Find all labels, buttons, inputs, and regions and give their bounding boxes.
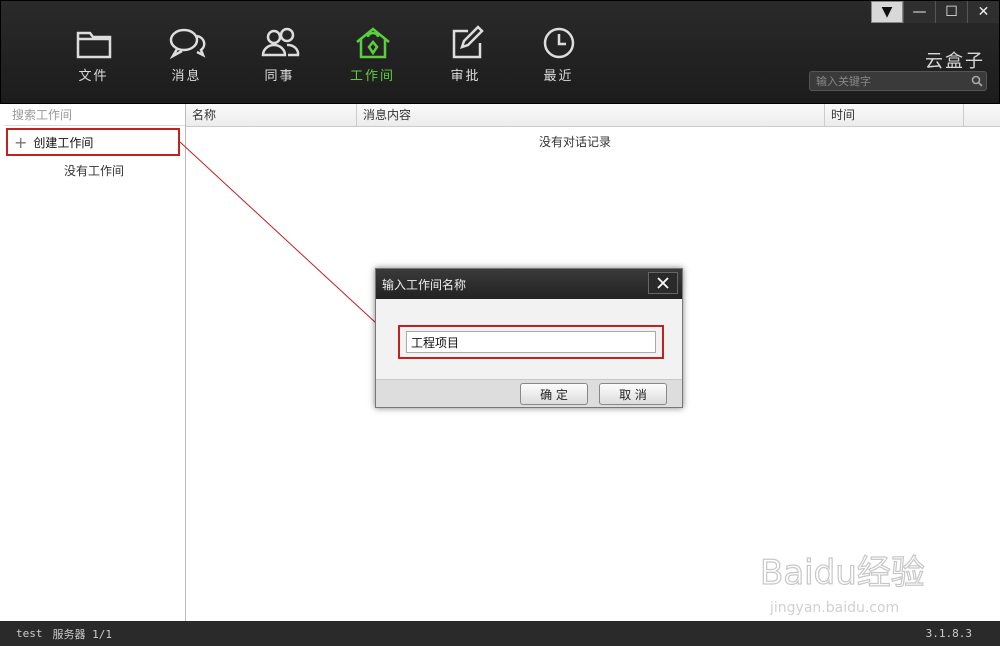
folder-icon	[76, 31, 111, 59]
input-highlight	[398, 325, 664, 359]
plus-icon: +	[14, 132, 28, 152]
column-header-time[interactable]: 时间	[825, 104, 964, 127]
nav-item-label: 最近	[543, 69, 574, 84]
workspace-sidebar: 搜索工作间 + 创建工作间 没有工作间	[4, 104, 186, 621]
nav-item-colleagues[interactable]: 同事	[233, 25, 326, 89]
dialog-titlebar: 输入工作间名称	[376, 269, 682, 299]
nav-item-approval[interactable]: 审批	[419, 25, 512, 89]
column-header-name[interactable]: 名称	[186, 104, 357, 127]
cancel-button[interactable]: 取 消	[599, 383, 667, 405]
nav-item-label: 审批	[450, 69, 481, 84]
empty-table-text: 没有对话记录	[538, 135, 611, 149]
close-icon	[657, 277, 669, 289]
nav-item-label: 消息	[171, 69, 202, 84]
edit-approval-icon	[452, 25, 484, 59]
clock-icon	[543, 27, 574, 59]
create-workspace-label: 创建工作间	[33, 135, 94, 150]
nav-item-label: 同事	[264, 69, 295, 84]
dialog-footer: 确 定 取 消	[376, 379, 682, 407]
nav-item-recent[interactable]: 最近	[512, 25, 605, 89]
search-box[interactable]	[809, 71, 987, 91]
status-bar: test 服务器 1/1 3.1.8.3	[0, 621, 1000, 646]
workspace-name-input[interactable]	[406, 331, 656, 353]
workspace-search-field[interactable]: 搜索工作间	[4, 104, 185, 126]
chat-icon	[169, 28, 205, 60]
nav-item-messages[interactable]: 消息	[140, 25, 233, 89]
top-bar: ▼ — ☐ ✕ 文件 消息 同事 工作间 审批 最近 云盒子 输入关键字	[0, 0, 1000, 104]
status-version: 3.1.8.3	[925, 627, 972, 640]
maximize-button[interactable]: ☐	[935, 1, 967, 23]
nav-item-workspace[interactable]: 工作间	[326, 25, 419, 89]
empty-workspace-text: 没有工作间	[64, 164, 125, 178]
search-icon[interactable]	[968, 72, 986, 90]
dialog-title: 输入工作间名称	[382, 277, 467, 292]
menu-dropdown-button[interactable]: ▼	[871, 1, 903, 23]
create-workspace-button[interactable]: + 创建工作间	[6, 128, 180, 156]
main-nav: 文件 消息 同事 工作间 审批 最近	[47, 25, 605, 89]
nav-item-files[interactable]: 文件	[47, 25, 140, 89]
table-header: 名称 消息内容 时间	[186, 104, 1000, 127]
close-window-button[interactable]: ✕	[967, 1, 999, 23]
workspace-house-icon	[355, 27, 390, 59]
ok-button[interactable]: 确 定	[520, 383, 588, 405]
status-server: 服务器 1/1	[52, 627, 113, 641]
minimize-button[interactable]: —	[903, 1, 935, 23]
status-user: test	[16, 627, 43, 640]
dialog-close-button[interactable]	[648, 272, 678, 294]
dialog-body	[376, 299, 682, 379]
nav-item-label: 工作间	[349, 69, 395, 84]
colleagues-icon	[261, 27, 299, 57]
nav-item-label: 文件	[78, 69, 109, 84]
search-input[interactable]	[810, 74, 968, 88]
column-header-content[interactable]: 消息内容	[357, 104, 825, 127]
workspace-name-dialog: 输入工作间名称 确 定 取 消	[375, 268, 683, 408]
window-controls: ▼ — ☐ ✕	[871, 1, 999, 25]
brand-logo: 云盒子	[925, 51, 985, 72]
